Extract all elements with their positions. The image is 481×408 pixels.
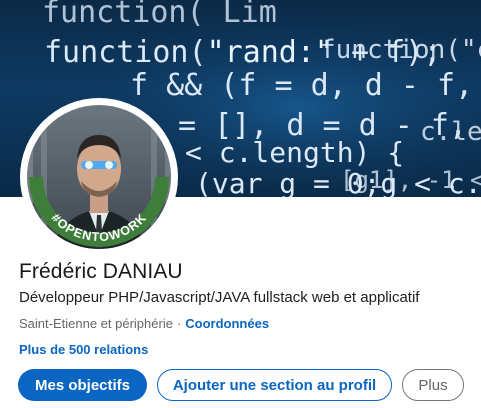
connections-link[interactable]: Plus de 500 relations: [19, 342, 148, 357]
location-text: Saint-Etienne et périphérie: [19, 316, 173, 331]
profile-photo[interactable]: #OPENTOWORK: [19, 97, 179, 257]
profile-headline: Développeur PHP/Javascript/JAVA fullstac…: [19, 289, 420, 306]
location-line: Saint-Etienne et périphérie · Coordonnées: [19, 316, 269, 331]
profile-name: Frédéric DANIAU: [19, 260, 183, 283]
svg-text:[g1], -1 <: [g1], -1 <: [340, 166, 481, 194]
svg-text:c.le: c.le: [420, 117, 481, 147]
svg-text:function("c: function("c: [320, 35, 481, 65]
goals-button[interactable]: Mes objectifs: [18, 369, 147, 401]
svg-text:f && (f = d, d - f, e;: f && (f = d, d - f, e;: [130, 68, 481, 103]
svg-text:< c.length) {: < c.length) {: [185, 136, 404, 169]
svg-text:function( Lim: function( Lim: [42, 0, 277, 30]
contact-info-link[interactable]: Coordonnées: [185, 316, 269, 331]
separator-dot: ·: [176, 316, 182, 331]
more-button[interactable]: Plus: [402, 369, 464, 401]
add-profile-section-button[interactable]: Ajouter une section au profil: [157, 369, 392, 401]
